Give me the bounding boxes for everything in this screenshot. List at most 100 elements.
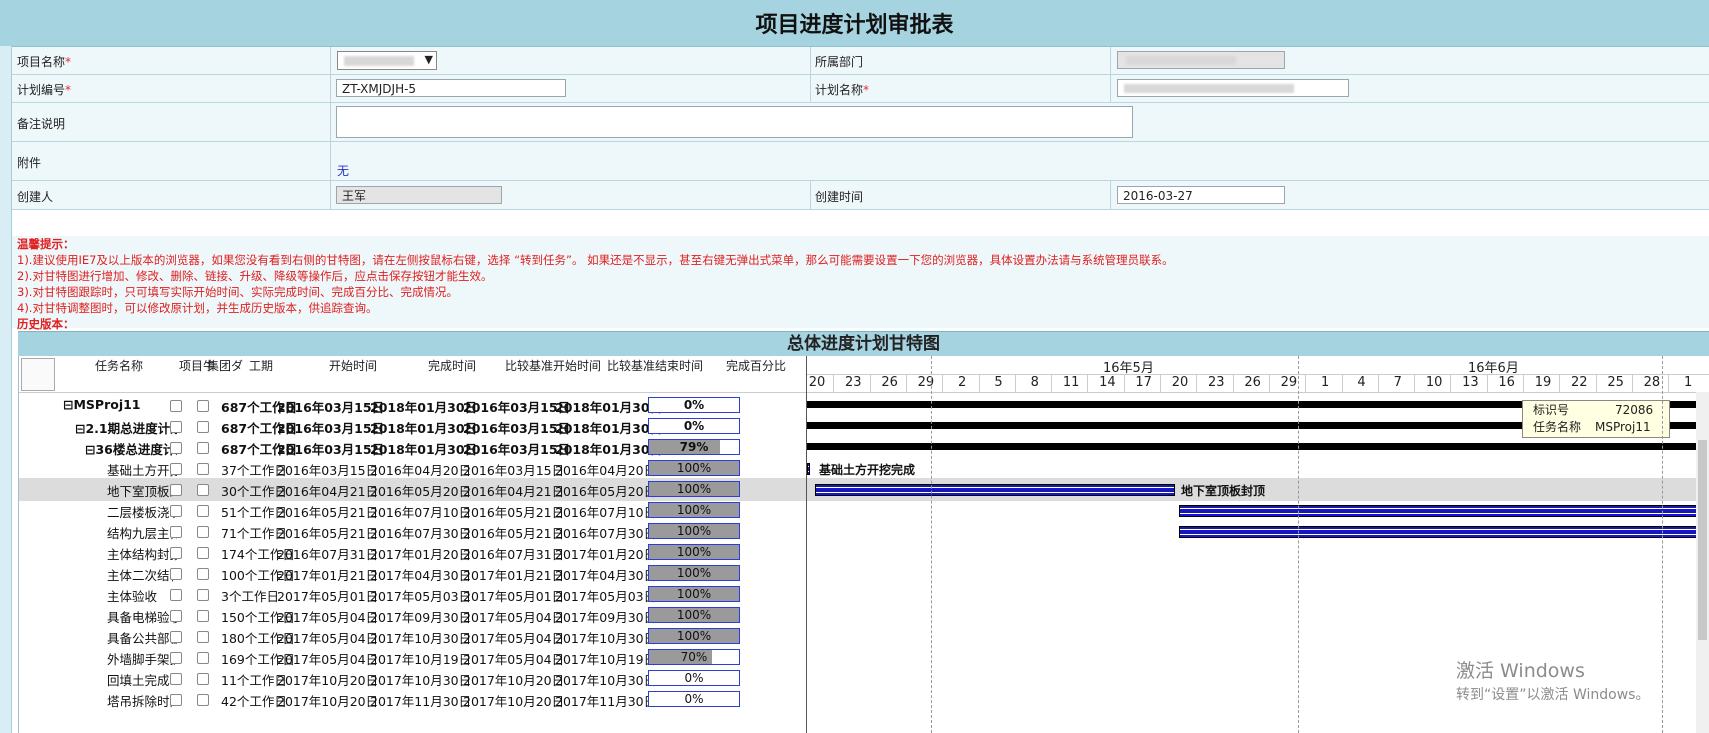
table-row[interactable]: 主体验收 3个工作日 2017年05月01日 2017年05月03日 2017年05月0… xyxy=(19,583,806,606)
project-checkbox[interactable] xyxy=(170,547,182,559)
table-row[interactable]: ⊟2.1期总进度计划 687个工作日 2016年03月15日 2018年01月30日 2… xyxy=(19,415,806,438)
project-checkbox[interactable] xyxy=(170,631,182,643)
table-row[interactable]: 主体二次结构 100个工作日 2017年01月21日 2017年04月30日 2017年… xyxy=(19,562,806,585)
gantt-chart-row[interactable] xyxy=(807,541,1709,564)
gantt-chart-row[interactable] xyxy=(807,625,1709,648)
end-cell: 2016年05月20日 xyxy=(370,484,472,499)
table-row[interactable]: 二层楼板浇筑 51个工作日 2016年05月21日 2016年07月10日 2016年0… xyxy=(19,499,806,522)
day-separator xyxy=(978,374,980,392)
gantt-chart-row[interactable] xyxy=(807,436,1709,459)
group-checkbox[interactable] xyxy=(197,652,209,664)
plan-name-field[interactable] xyxy=(1117,79,1349,97)
base-start-cell: 2016年03月15日 xyxy=(463,463,565,478)
group-checkbox[interactable] xyxy=(197,442,209,454)
gantt-chart-row[interactable] xyxy=(807,583,1709,606)
project-checkbox[interactable] xyxy=(170,652,182,664)
group-checkbox[interactable] xyxy=(197,589,209,601)
department-field xyxy=(1117,51,1285,69)
table-row[interactable]: 基础土方开挖 37个工作日 2016年03月15日 2016年04月20日 2016年0… xyxy=(19,457,806,480)
day-separator xyxy=(1341,374,1343,392)
table-row[interactable]: 回填土完成 11个工作日 2017年10月20日 2017年10月30日 2017年10… xyxy=(19,667,806,690)
group-checkbox[interactable] xyxy=(197,505,209,517)
gantt-chart-row[interactable] xyxy=(807,499,1709,522)
remarks-textarea[interactable] xyxy=(336,106,1133,138)
base-end-cell: 2016年07月10日 xyxy=(555,505,657,520)
col-header-base-end[interactable]: 比较基准结束时间 xyxy=(607,357,703,374)
plan-code-field[interactable]: ZT-XMJDJH-5 xyxy=(336,79,566,97)
col-header-end[interactable]: 完成时间 xyxy=(428,357,476,374)
progress-bar: 0% xyxy=(648,691,740,707)
day-label: 29 xyxy=(917,375,935,390)
group-checkbox[interactable] xyxy=(197,463,209,475)
project-checkbox[interactable] xyxy=(170,421,182,433)
project-checkbox[interactable] xyxy=(170,400,182,412)
start-cell: 2016年03月15日 xyxy=(277,421,385,436)
col-header-name[interactable]: 任务名称 xyxy=(95,357,143,374)
day-separator xyxy=(905,374,907,392)
table-row[interactable]: 具备电梯验收 150个工作日 2017年05月04日 2017年09月30日 2017年… xyxy=(19,604,806,627)
gantt-chart-row[interactable]: 基础土方开挖完成 xyxy=(807,457,1709,480)
task-bar[interactable] xyxy=(1179,526,1709,538)
day-label: 8 xyxy=(1030,375,1039,390)
gantt-chart-row[interactable] xyxy=(807,520,1709,543)
base-end-cell: 2018年01月30日 xyxy=(555,421,663,436)
project-checkbox[interactable] xyxy=(170,463,182,475)
task-bar[interactable] xyxy=(807,463,810,475)
project-checkbox[interactable] xyxy=(170,694,182,706)
table-row[interactable]: 结构九层主体 71个工作日 2016年05月21日 2016年07月30日 2016年0… xyxy=(19,520,806,543)
group-checkbox[interactable] xyxy=(197,421,209,433)
group-checkbox[interactable] xyxy=(197,568,209,580)
day-label: 17 xyxy=(1135,375,1152,390)
gantt-chart-row[interactable] xyxy=(807,562,1709,585)
tip-line: 2).对甘特图进行增加、修改、删除、链接、升级、降级等操作后，应点击保存按钮才能… xyxy=(17,269,493,283)
table-row[interactable]: 塔吊拆除时间 42个工作日 2017年10月20日 2017年11月30日 2017年1… xyxy=(19,688,806,711)
group-checkbox[interactable] xyxy=(197,526,209,538)
task-bar[interactable] xyxy=(1179,505,1709,517)
attachment-link[interactable]: 无 xyxy=(337,162,349,179)
end-cell: 2017年10月30日 xyxy=(370,631,472,646)
project-checkbox[interactable] xyxy=(170,442,182,454)
table-row[interactable]: 地下室顶板封 30个工作日 2016年04月21日 2016年05月20日 2016年0… xyxy=(19,478,806,501)
col-header-base-start[interactable]: 比较基准开始时间 xyxy=(505,357,601,374)
project-checkbox[interactable] xyxy=(170,589,182,601)
group-checkbox[interactable] xyxy=(197,610,209,622)
scrollbar-thumb[interactable] xyxy=(1698,440,1707,640)
group-checkbox[interactable] xyxy=(197,631,209,643)
gantt-chart-row[interactable]: 地下室顶板封顶 xyxy=(807,478,1709,501)
project-name-select[interactable]: ▼ xyxy=(337,51,437,70)
day-label: 7 xyxy=(1393,375,1402,390)
group-checkbox[interactable] xyxy=(197,484,209,496)
history-label[interactable]: 历史版本： xyxy=(12,316,1709,332)
task-bar[interactable] xyxy=(815,484,1175,496)
gantt-chart-row[interactable] xyxy=(807,604,1709,627)
table-row[interactable]: ⊟MSProj11 687个工作日 2016年03月15日 2018年01月30日 20… xyxy=(19,394,806,417)
project-checkbox[interactable] xyxy=(170,610,182,622)
vertical-scrollbar[interactable] xyxy=(1696,392,1709,733)
group-checkbox[interactable] xyxy=(197,673,209,685)
col-header-start[interactable]: 开始时间 xyxy=(329,357,377,374)
start-cell: 2016年05月21日 xyxy=(277,505,379,520)
table-row[interactable]: ⊟36楼总进度计划687个工作日2016年03月15日2018年01月30日20… xyxy=(19,436,806,459)
group-checkbox[interactable] xyxy=(197,694,209,706)
day-label: 14 xyxy=(1099,375,1116,390)
col-header-duration[interactable]: 工期 xyxy=(249,357,273,374)
group-checkbox[interactable] xyxy=(197,400,209,412)
table-row[interactable]: 外墙脚手架拆 169个工作日 2017年05月04日 2017年10月19日 2017年… xyxy=(19,646,806,669)
group-checkbox[interactable] xyxy=(197,547,209,559)
col-header-group[interactable]: 集团ダ xyxy=(207,357,243,374)
table-row[interactable]: 具备公共部位 180个工作日 2017年05月04日 2017年10月30日 2017年… xyxy=(19,625,806,648)
start-cell: 2017年05月04日 xyxy=(277,652,379,667)
end-cell: 2016年07月10日 xyxy=(370,505,472,520)
project-checkbox[interactable] xyxy=(170,526,182,538)
day-separator xyxy=(833,374,835,392)
left-frame-strip xyxy=(0,46,12,733)
summary-bar[interactable] xyxy=(807,443,1709,450)
project-checkbox[interactable] xyxy=(170,505,182,517)
page-title: 项目进度计划审批表 xyxy=(0,0,1709,47)
project-checkbox[interactable] xyxy=(170,673,182,685)
project-checkbox[interactable] xyxy=(170,484,182,496)
base-start-cell: 2016年05月21日 xyxy=(463,526,565,541)
table-row[interactable]: 主体结构封顶 174个工作日 2016年07月31日 2017年01月20日 2016年… xyxy=(19,541,806,564)
project-checkbox[interactable] xyxy=(170,568,182,580)
col-header-percent[interactable]: 完成百分比 xyxy=(726,357,786,374)
